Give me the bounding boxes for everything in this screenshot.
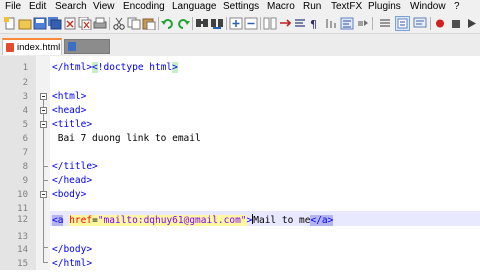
line-number: 4: [22, 106, 28, 116]
fold-toggle-icon[interactable]: [40, 93, 47, 100]
line-number: 12: [17, 215, 28, 225]
code-text: </body>: [52, 244, 93, 255]
code-text: <title>: [52, 119, 93, 130]
monitor-icon[interactable]: [413, 17, 427, 30]
code-text: <html>: [52, 91, 87, 102]
line-number: 7: [22, 148, 28, 158]
file-icon: [68, 42, 76, 51]
open-icon[interactable]: [18, 17, 32, 30]
code-line: 12 <a href="mailto:dqhuy61@gmail.com">Ma…: [0, 212, 480, 228]
code-text: </html>: [52, 258, 93, 269]
menu-help[interactable]: ?: [454, 1, 460, 12]
menu-macro[interactable]: Macro: [267, 1, 295, 12]
menu-search[interactable]: Search: [55, 1, 87, 12]
menu-edit[interactable]: Edit: [29, 1, 46, 12]
line-number: 13: [17, 232, 28, 242]
undo-icon[interactable]: [161, 17, 175, 30]
redo-icon[interactable]: [176, 17, 190, 30]
svg-text:¶: ¶: [310, 18, 317, 30]
menu-plugins[interactable]: Plugins: [368, 1, 401, 12]
tab-second[interactable]: [64, 39, 110, 54]
paste-icon[interactable]: [142, 17, 156, 30]
toolbar-separator: [430, 17, 431, 30]
toolbar-separator: [158, 17, 159, 30]
line-number: 14: [17, 245, 28, 255]
zoom-in-icon[interactable]: [229, 17, 243, 30]
menu-bar: File Edit Search View Encoding Language …: [0, 0, 480, 14]
replace-icon[interactable]: [210, 17, 224, 30]
doc-map-icon[interactable]: [356, 17, 370, 30]
menu-run[interactable]: Run: [303, 1, 321, 12]
func-list-icon[interactable]: [378, 17, 392, 30]
fold-toggle-icon[interactable]: [40, 107, 47, 114]
folder-workspace-icon[interactable]: [395, 16, 410, 31]
print-icon[interactable]: [93, 17, 107, 30]
sync-v-icon[interactable]: [263, 17, 277, 30]
new-icon[interactable]: [3, 17, 17, 30]
cut-icon[interactable]: [112, 17, 126, 30]
menu-view[interactable]: View: [93, 1, 115, 12]
tab-index-html[interactable]: index.html: [2, 38, 62, 55]
wrap-icon[interactable]: [293, 17, 307, 30]
toolbar-separator: [372, 17, 373, 30]
line-number: 5: [22, 120, 28, 130]
code-text: <head>: [52, 105, 87, 116]
code-text: <body>: [52, 189, 87, 200]
record-macro-icon[interactable]: [433, 17, 447, 30]
code-text: Bai 7 duong link to email: [52, 133, 201, 144]
lang-icon[interactable]: [340, 17, 354, 30]
editor[interactable]: 1 </html><!doctype html> 2 3 <html> 4 <h…: [0, 56, 480, 270]
zoom-out-icon[interactable]: [244, 17, 258, 30]
close-all-icon[interactable]: [78, 17, 92, 30]
file-saved-icon: [6, 43, 14, 52]
toolbar-separator: [226, 17, 227, 30]
code-line: 1 </html><!doctype html>: [0, 60, 480, 76]
code-text: </title>: [52, 161, 98, 172]
code-text: <a href="mailto:dqhuy61@gmail.com">Mail …: [52, 214, 334, 226]
line-number: 3: [22, 92, 28, 102]
fold-toggle-icon[interactable]: [40, 191, 47, 198]
line-number: 15: [17, 259, 28, 269]
all-chars-icon[interactable]: ¶: [308, 17, 322, 30]
fold-toggle-icon[interactable]: [40, 121, 47, 128]
close-icon[interactable]: [63, 17, 77, 30]
code-text: </head>: [52, 175, 93, 186]
line-number: 8: [22, 162, 28, 172]
line-number: 10: [17, 190, 28, 200]
menu-textfx[interactable]: TextFX: [331, 1, 362, 12]
indent-guide-icon[interactable]: [324, 17, 338, 30]
save-all-icon[interactable]: [48, 17, 62, 30]
menu-settings[interactable]: Settings: [223, 1, 259, 12]
sync-h-icon[interactable]: [278, 17, 292, 30]
stop-macro-icon[interactable]: [449, 17, 463, 30]
code-text: </html><!doctype html>: [52, 62, 178, 73]
toolbar-separator: [192, 17, 193, 30]
menu-window[interactable]: Window: [410, 1, 446, 12]
menu-language[interactable]: Language: [172, 1, 217, 12]
save-icon[interactable]: [33, 17, 47, 30]
play-macro-icon[interactable]: [465, 17, 479, 30]
line-number: 6: [22, 134, 28, 144]
find-icon[interactable]: [195, 17, 209, 30]
toolbar-separator: [109, 17, 110, 30]
line-number: 9: [22, 176, 28, 186]
tab-label: index.html: [17, 42, 61, 53]
menu-encoding[interactable]: Encoding: [123, 1, 165, 12]
copy-icon[interactable]: [127, 17, 141, 30]
toolbar-separator: [260, 17, 261, 30]
menu-file[interactable]: File: [5, 1, 21, 12]
line-number: 2: [22, 78, 28, 88]
tab-bar: index.html: [0, 34, 480, 56]
toolbar: ¶: [0, 14, 480, 34]
line-number: 1: [22, 63, 28, 73]
